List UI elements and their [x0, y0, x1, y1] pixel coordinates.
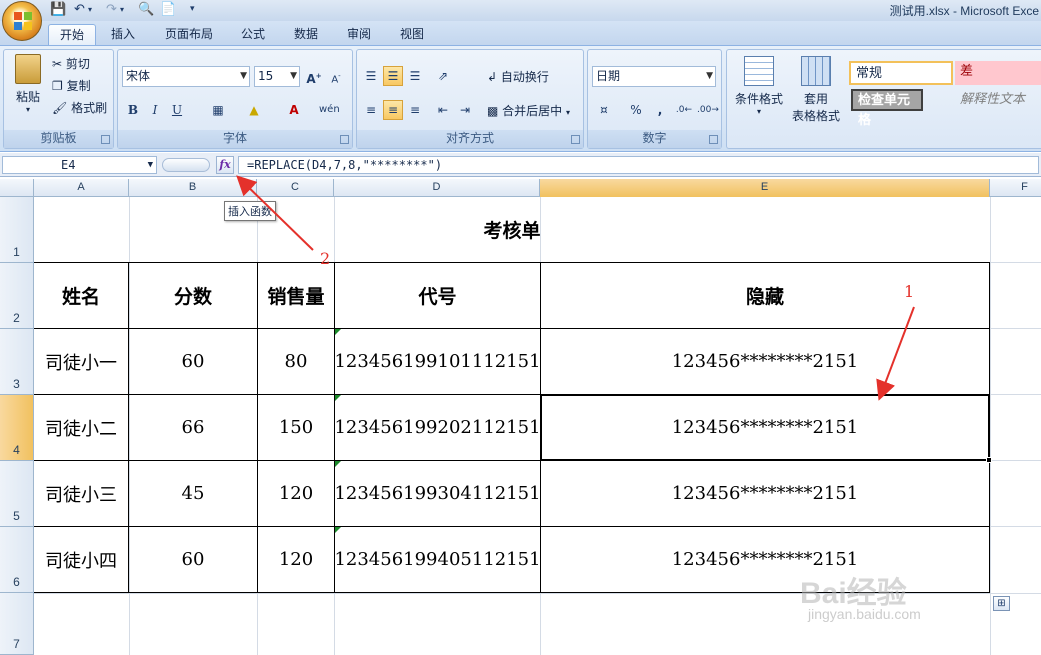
office-button[interactable] — [2, 1, 42, 41]
annotation-arrow-2 — [236, 175, 314, 251]
annotation-label-2: 2 — [320, 249, 331, 268]
annotation-arrows — [236, 175, 915, 401]
baidu-watermark-url: jingyan.baidu.com — [808, 606, 921, 622]
annotation-arrow-1 — [876, 306, 915, 401]
annotation-label-1: 1 — [904, 282, 915, 301]
office-logo-icon — [14, 12, 32, 30]
